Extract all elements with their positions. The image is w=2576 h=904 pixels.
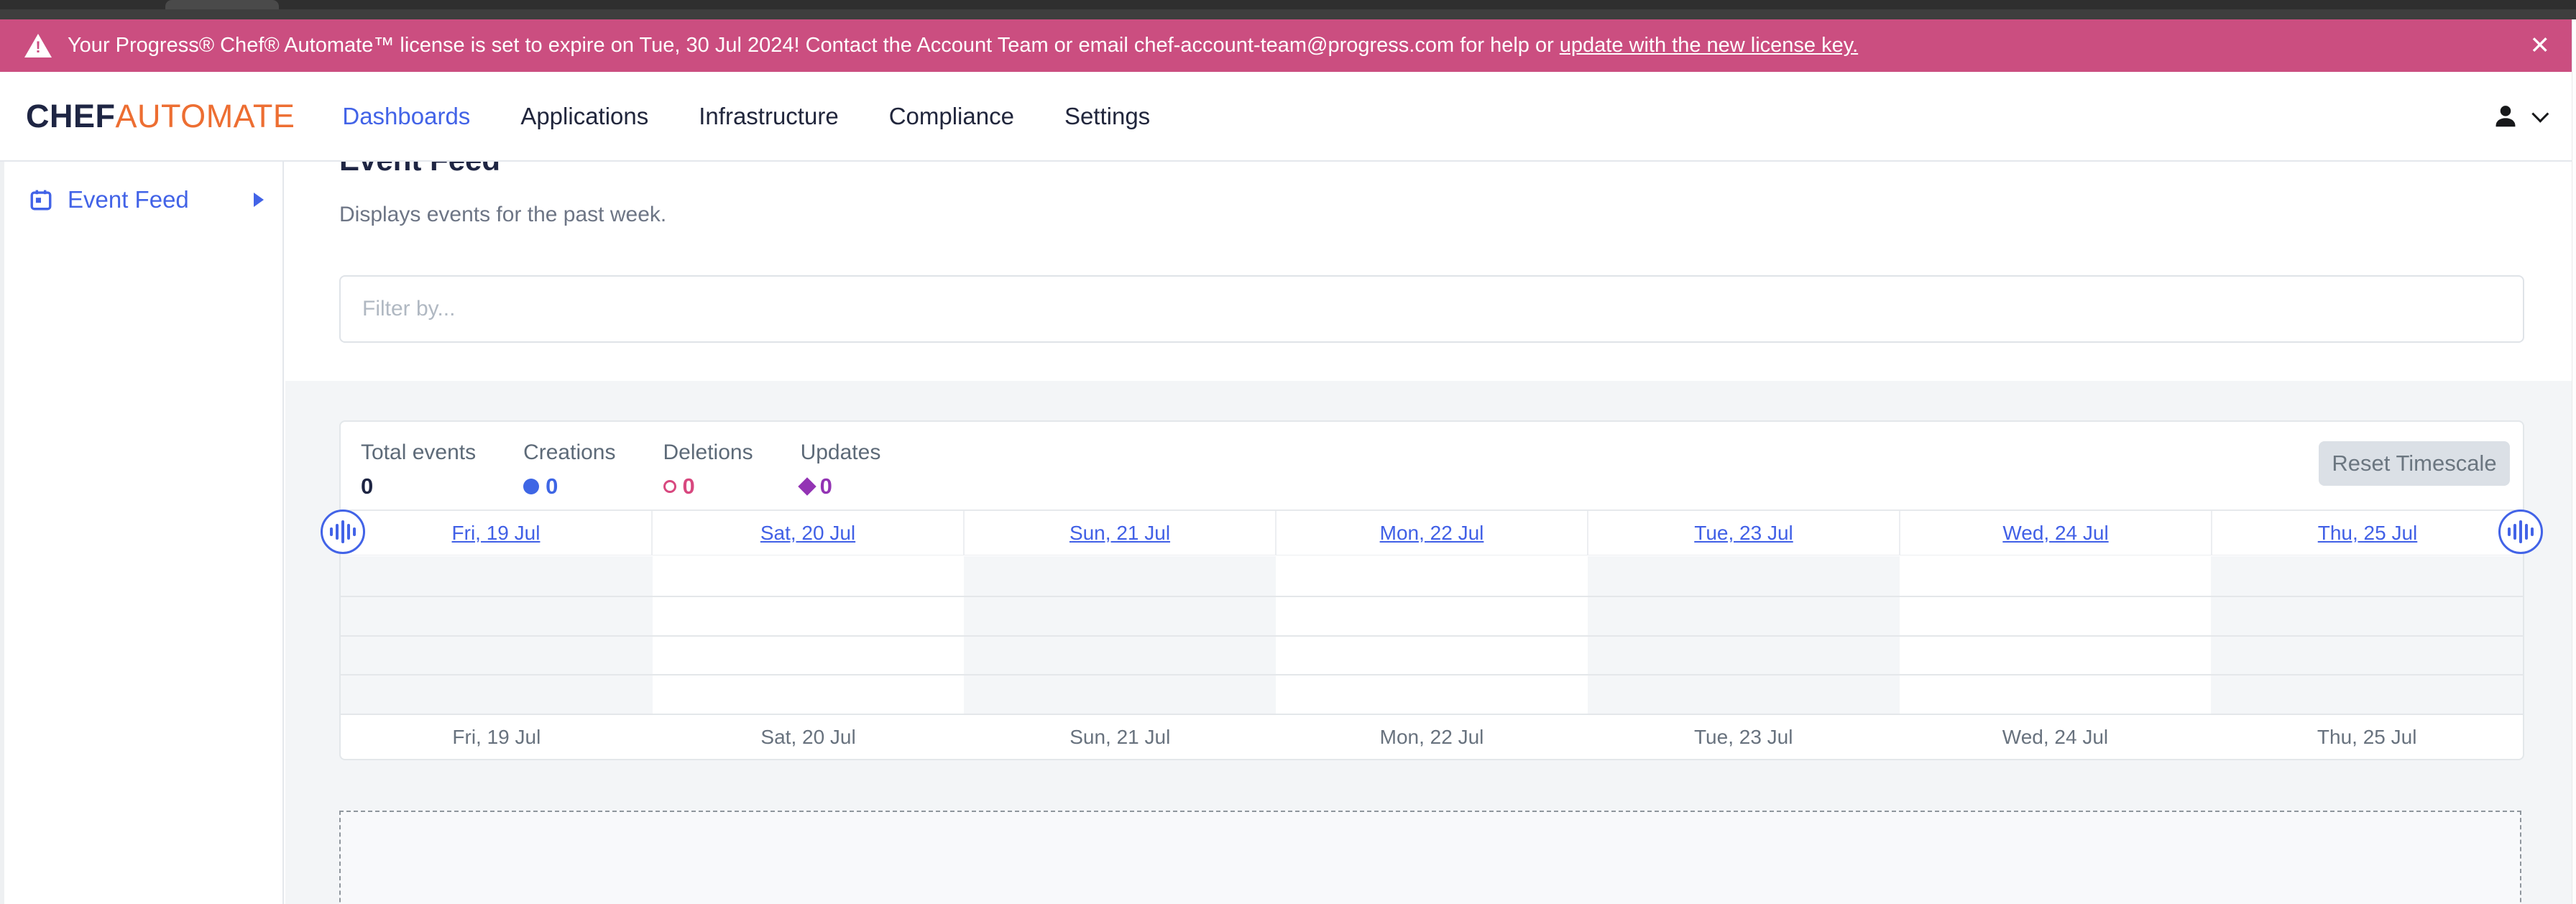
timeline-day-header-cell: Fri, 19 Jul <box>341 511 651 555</box>
license-banner: Your Progress® Chef® Automate™ license i… <box>0 19 2576 72</box>
timeline-day-header-cell: Wed, 24 Jul <box>1899 511 2211 555</box>
browser-tab[interactable] <box>165 0 279 9</box>
license-banner-message: Your Progress® Chef® Automate™ license i… <box>68 34 1554 57</box>
timeline-day-header-cell: Sat, 20 Jul <box>651 511 963 555</box>
page-subtitle: Displays events for the past week. <box>339 203 666 227</box>
logo-automate: AUTOMATE <box>116 98 295 134</box>
day-link[interactable]: Fri, 19 Jul <box>452 522 540 545</box>
timeline-row-separator <box>341 635 2523 637</box>
close-icon[interactable]: ✕ <box>2530 33 2551 57</box>
stat-value: 0 <box>546 474 558 499</box>
nav-item-compliance[interactable]: Compliance <box>889 103 1014 130</box>
warning-icon <box>24 34 52 57</box>
diamond-marker-icon <box>798 477 816 495</box>
stat-creations: Creations 0 <box>523 441 615 499</box>
event-timeline-card: Total events0Creations0Deletions0Updates… <box>339 420 2524 760</box>
timeline-day-header-cell: Tue, 23 Jul <box>1587 511 1899 555</box>
timeline-scroll-right-button[interactable] <box>2498 509 2543 554</box>
page-scrollbar[interactable] <box>2572 19 2576 904</box>
stat-value: 0 <box>683 474 695 499</box>
nav-item-applications[interactable]: Applications <box>520 103 648 130</box>
update-license-link[interactable]: update with the new license key. <box>1560 34 1858 57</box>
timeline-day-footer-label: Mon, 22 Jul <box>1276 726 1588 749</box>
timeline-day-footer-label: Sun, 21 Jul <box>964 726 1276 749</box>
nav-item-infrastructure[interactable]: Infrastructure <box>699 103 838 130</box>
sidebar-item-label: Event Feed <box>68 186 189 213</box>
stat-value-row: 0 <box>663 474 753 499</box>
stat-label: Deletions <box>663 441 753 465</box>
expand-arrow-icon[interactable] <box>254 193 264 207</box>
user-avatar-icon <box>2492 103 2519 130</box>
page-title: Event Feed <box>339 162 500 177</box>
sidebar-scrollbar[interactable] <box>0 162 4 904</box>
stat-total-events: Total events 0 <box>361 441 476 499</box>
waveform-icon <box>330 520 356 543</box>
timeline-day-footer-label: Fri, 19 Jul <box>341 726 653 749</box>
ring-marker-icon <box>663 480 676 493</box>
timeline-day-header-row: Fri, 19 Jul Sat, 20 Jul Sun, 21 Jul Mon, 22… <box>341 509 2523 555</box>
filter-input[interactable] <box>339 275 2524 343</box>
stat-label: Total events <box>361 441 476 465</box>
day-link[interactable]: Mon, 22 Jul <box>1380 522 1484 545</box>
browser-chrome <box>0 0 2576 19</box>
timeline-day-header-cell: Sun, 21 Jul <box>963 511 1275 555</box>
timeline-scroll-left-button[interactable] <box>321 509 365 554</box>
main-nav: Dashboards Applications Infrastructure Comp… <box>342 103 1150 130</box>
chef-automate-logo[interactable]: CHEFAUTOMATE <box>26 98 295 135</box>
timeline-day-footer-row: Fri, 19 JulSat, 20 JulSun, 21 JulMon, 22… <box>341 714 2523 759</box>
day-link[interactable]: Sat, 20 Jul <box>760 522 855 545</box>
timeline-day-header-cell: Mon, 22 Jul <box>1275 511 1587 555</box>
timeline-row-separator <box>341 596 2523 597</box>
stat-updates: Updates 0 <box>801 441 881 499</box>
timeline-day-footer-label: Sat, 20 Jul <box>653 726 965 749</box>
top-navbar: CHEFAUTOMATE Dashboards Applications Infra… <box>0 72 2576 162</box>
stat-value-row: 0 <box>523 474 615 499</box>
stat-label: Creations <box>523 441 615 465</box>
nav-item-dashboards[interactable]: Dashboards <box>342 103 470 130</box>
timeline-row-separator <box>341 674 2523 675</box>
stat-value-row: 0 <box>361 474 476 499</box>
user-menu[interactable] <box>2492 72 2544 160</box>
main-content: Event Feed Displays events for the past … <box>285 162 2576 904</box>
stat-value: 0 <box>361 474 373 499</box>
chevron-down-icon <box>2531 106 2549 123</box>
event-stats-row: Total events0Creations0Deletions0Updates… <box>361 441 880 499</box>
timeline-day-footer-label: Tue, 23 Jul <box>1588 726 1900 749</box>
circle-marker-icon <box>523 479 539 494</box>
logo-chef: CHEF <box>26 98 116 134</box>
stat-value-row: 0 <box>801 474 881 499</box>
day-link[interactable]: Tue, 23 Jul <box>1694 522 1793 545</box>
sidebar: Event Feed <box>0 162 284 904</box>
timeline-day-footer-label: Wed, 24 Jul <box>1900 726 2212 749</box>
day-link[interactable]: Sun, 21 Jul <box>1070 522 1170 545</box>
day-link[interactable]: Thu, 25 Jul <box>2318 522 2418 545</box>
browser-chrome-lower <box>0 9 2576 19</box>
calendar-icon <box>29 188 53 212</box>
timeline-day-footer-label: Thu, 25 Jul <box>2211 726 2523 749</box>
reset-timescale-button[interactable]: Reset Timescale <box>2319 441 2510 486</box>
timeline-day-header-cell: Thu, 25 Jul <box>2211 511 2523 555</box>
day-link[interactable]: Wed, 24 Jul <box>2002 522 2108 545</box>
sidebar-item-event-feed[interactable]: Event Feed <box>0 179 282 221</box>
nav-item-settings[interactable]: Settings <box>1064 103 1150 130</box>
stat-value: 0 <box>820 474 832 499</box>
stat-label: Updates <box>801 441 881 465</box>
guitar-string-placeholder <box>339 811 2521 904</box>
stat-deletions: Deletions 0 <box>663 441 753 499</box>
waveform-icon <box>2508 520 2534 543</box>
